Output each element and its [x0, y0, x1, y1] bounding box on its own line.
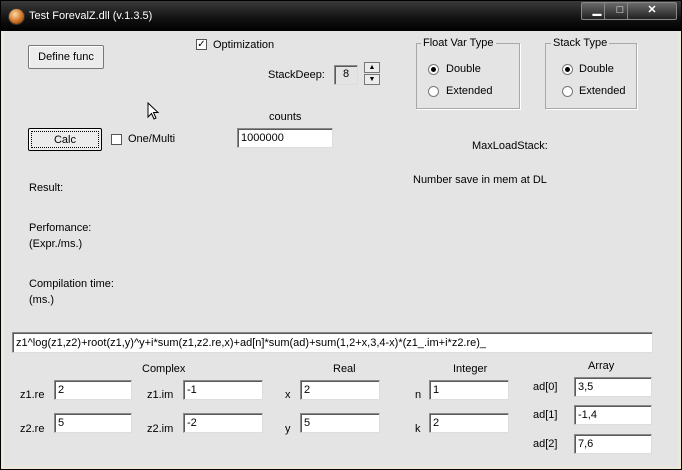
- z2-im-label: z2.im: [147, 423, 174, 435]
- optimization-checkbox[interactable]: ✓: [196, 39, 207, 50]
- performance-unit-label: (Expr./ms.): [29, 238, 83, 250]
- calc-button[interactable]: Calc: [28, 128, 102, 151]
- stack-extended-radio[interactable]: [562, 86, 573, 97]
- close-button[interactable]: ✕: [627, 2, 677, 20]
- performance-label: Perfomance:: [29, 222, 92, 234]
- ad2-input[interactable]: [574, 434, 652, 454]
- x-label: x: [285, 389, 291, 401]
- float-extended-label: Extended: [446, 85, 493, 97]
- stack-deep-value: 8: [334, 65, 358, 85]
- z1-im-input[interactable]: [183, 380, 263, 400]
- app-window: Test ForevalZ.dll (v.1.3.5) ▁ □ ✕ Define…: [0, 0, 682, 470]
- real-section-label: Real: [333, 363, 356, 375]
- compilation-time-label: Compilation time:: [29, 278, 114, 290]
- z2-re-input[interactable]: [54, 413, 132, 433]
- stack-deep-label: StackDeep:: [268, 69, 325, 81]
- stack-double-radio[interactable]: [562, 64, 573, 75]
- ad2-label: ad[2]: [533, 438, 558, 450]
- window-title: Test ForevalZ.dll (v.1.3.5): [29, 10, 153, 22]
- complex-section-label: Complex: [142, 363, 186, 375]
- counts-label: counts: [269, 111, 302, 123]
- z2-im-input[interactable]: [183, 413, 263, 433]
- title-bar[interactable]: Test ForevalZ.dll (v.1.3.5) ▁ □ ✕: [1, 1, 681, 31]
- k-label: k: [415, 423, 421, 435]
- ad0-label: ad[0]: [533, 381, 558, 393]
- float-double-label: Double: [446, 63, 481, 75]
- k-input[interactable]: [429, 413, 509, 433]
- integer-section-label: Integer: [453, 363, 488, 375]
- mouse-cursor-icon: [147, 102, 160, 120]
- ad1-label: ad[1]: [533, 409, 558, 421]
- n-label: n: [415, 389, 422, 401]
- optimization-label: Optimization: [213, 39, 275, 51]
- max-load-stack-label: MaxLoadStack:: [472, 140, 548, 152]
- stack-type-group: [545, 43, 637, 109]
- expression-input[interactable]: [12, 332, 653, 353]
- client-area: Define func ✓ Optimization StackDeep: 8 …: [4, 31, 678, 467]
- stack-deep-down-button[interactable]: ▼: [364, 74, 380, 85]
- float-var-type-title: Float Var Type: [421, 37, 496, 49]
- z1-im-label: z1.im: [147, 389, 174, 401]
- ad0-input[interactable]: [574, 377, 652, 397]
- one-multi-checkbox[interactable]: [111, 134, 122, 145]
- float-extended-radio[interactable]: [428, 86, 439, 97]
- z1-re-label: z1.re: [20, 389, 45, 401]
- y-label: y: [285, 423, 291, 435]
- define-func-button[interactable]: Define func: [28, 45, 104, 69]
- float-var-type-group: [416, 43, 520, 109]
- stack-extended-label: Extended: [579, 85, 626, 97]
- x-input[interactable]: [300, 380, 380, 400]
- one-multi-label: One/Multi: [128, 133, 176, 145]
- number-save-label: Number save in mem at DL: [413, 174, 547, 186]
- z2-re-label: z2.re: [20, 423, 45, 435]
- float-double-radio[interactable]: [428, 64, 439, 75]
- counts-input[interactable]: [237, 128, 333, 148]
- result-label: Result:: [29, 182, 64, 194]
- stack-type-title: Stack Type: [551, 37, 610, 49]
- y-input[interactable]: [300, 413, 380, 433]
- array-section-label: Array: [588, 360, 615, 372]
- stack-deep-up-button[interactable]: ▲: [364, 62, 380, 73]
- n-input[interactable]: [429, 380, 509, 400]
- app-icon[interactable]: [8, 8, 25, 25]
- compilation-unit-label: (ms.): [29, 294, 55, 306]
- ad1-input[interactable]: [574, 405, 652, 425]
- stack-double-label: Double: [579, 63, 614, 75]
- z1-re-input[interactable]: [54, 380, 132, 400]
